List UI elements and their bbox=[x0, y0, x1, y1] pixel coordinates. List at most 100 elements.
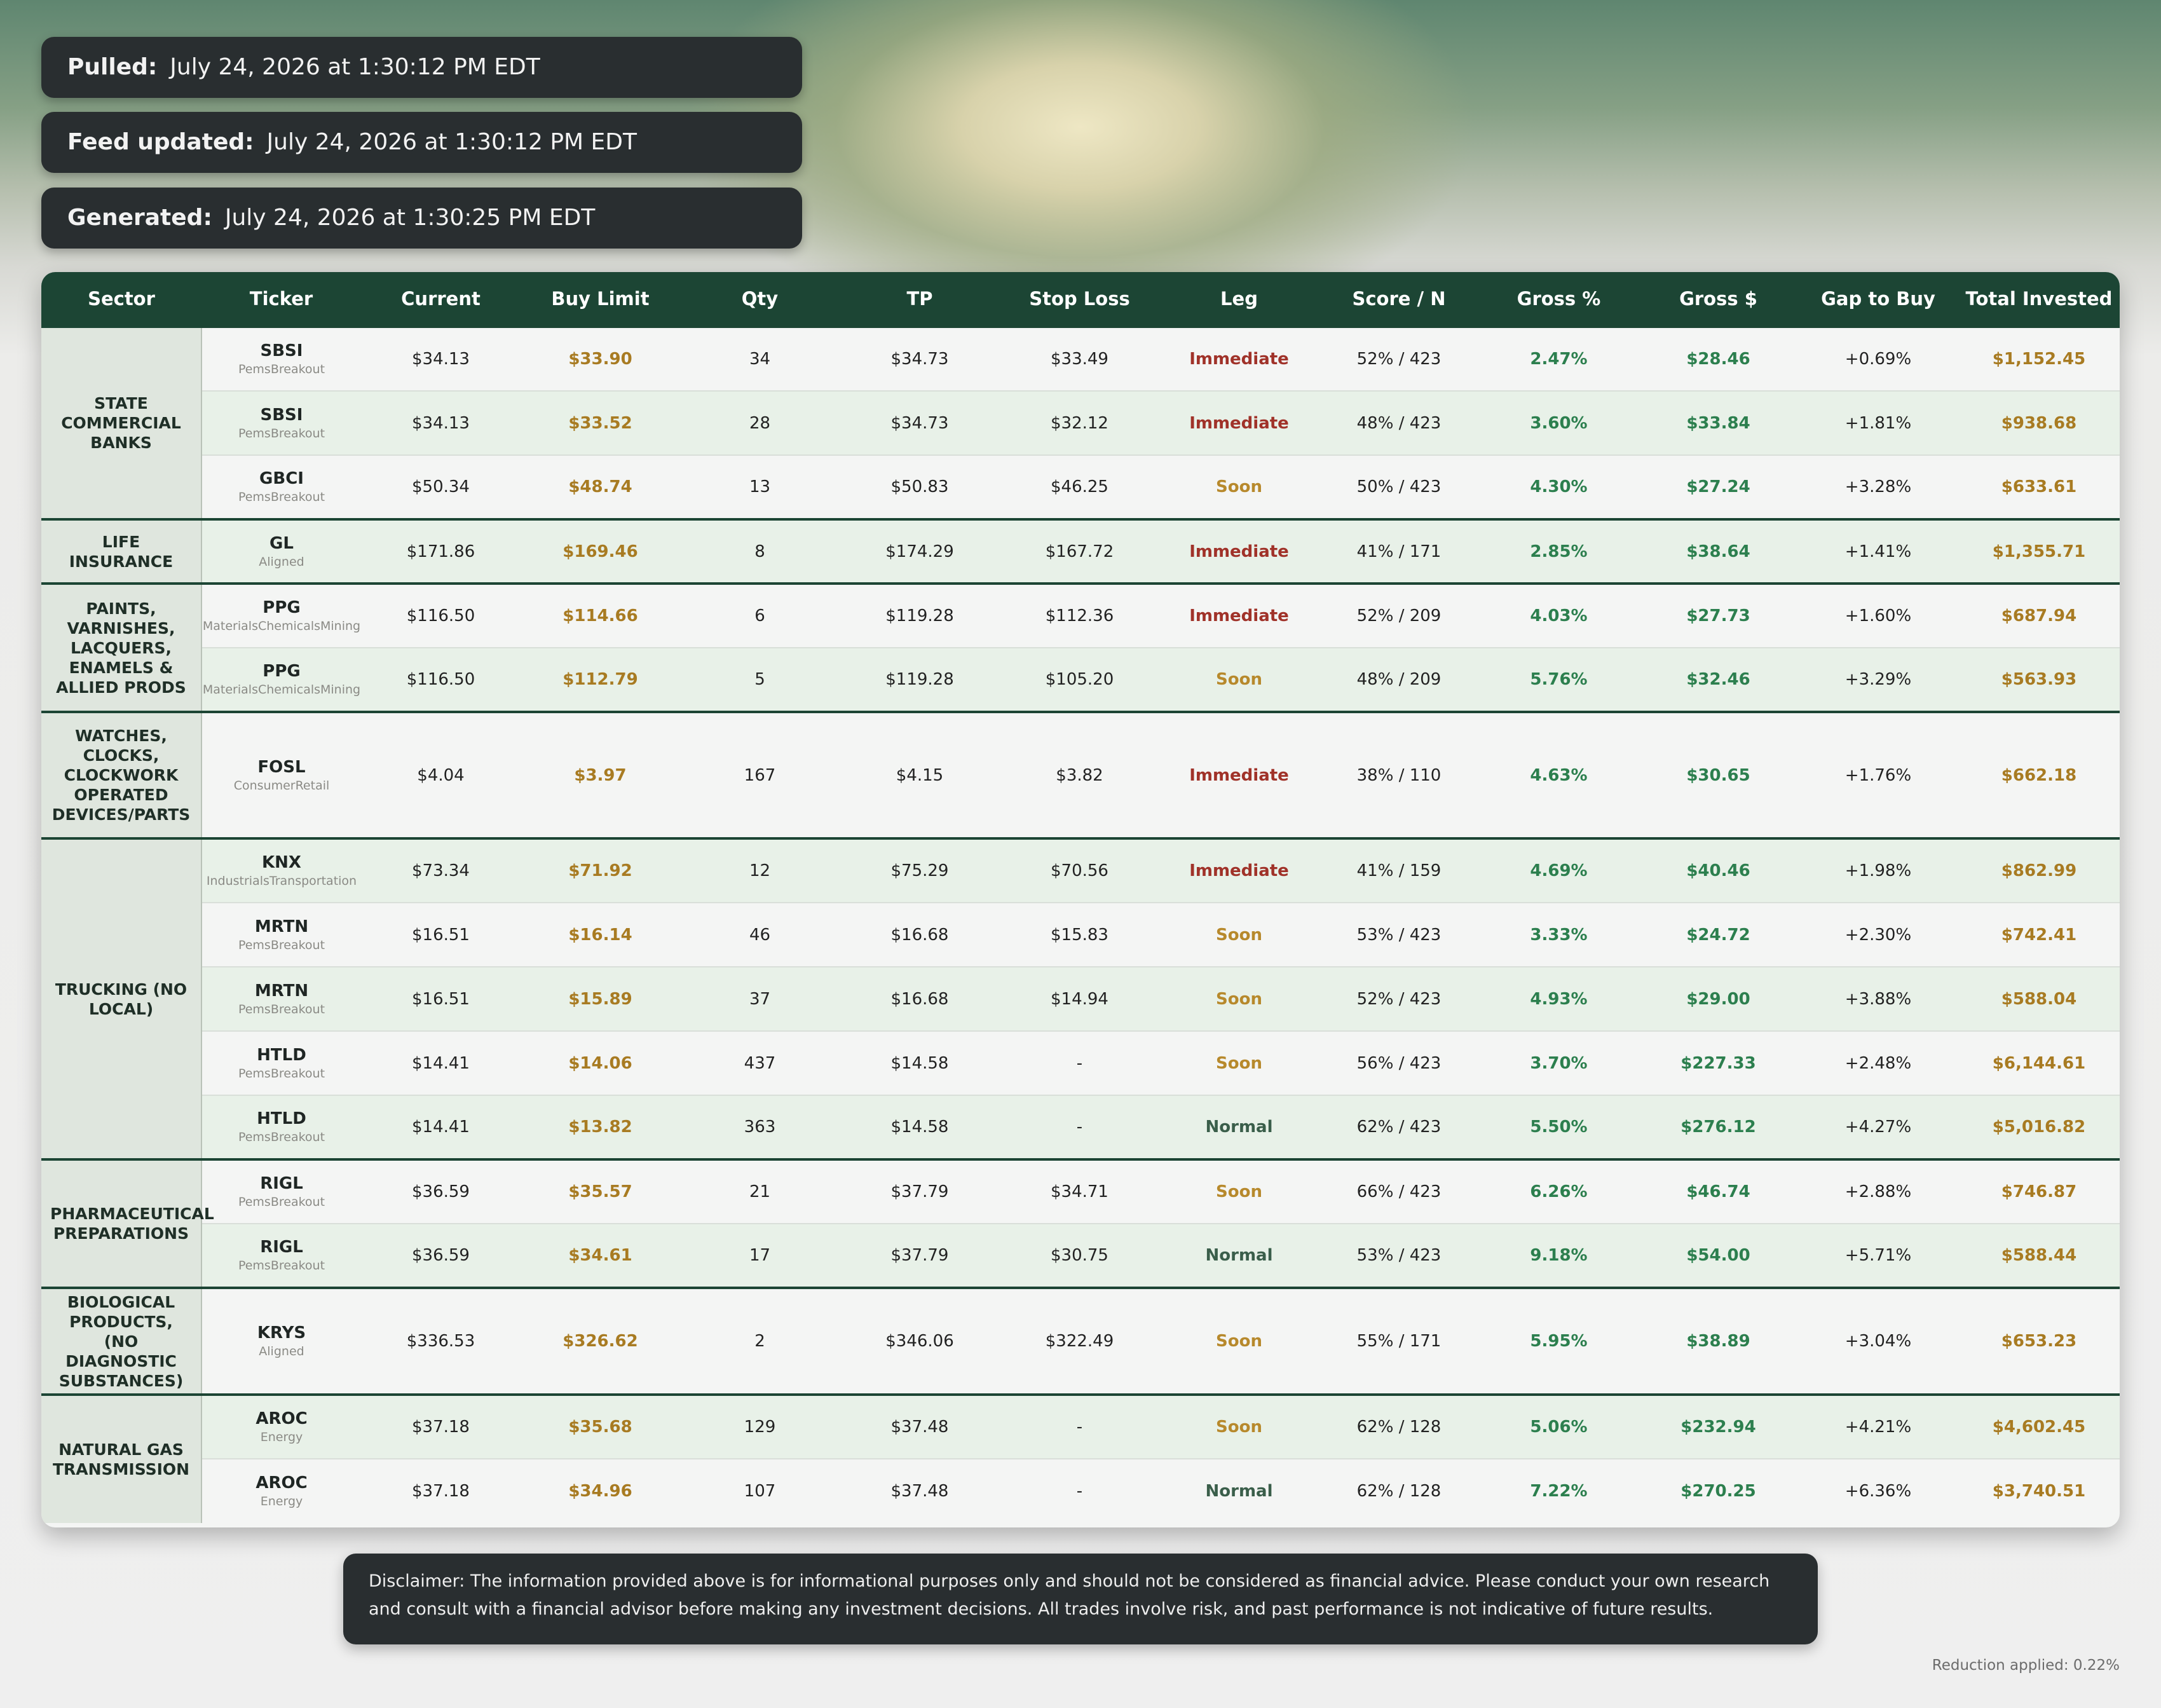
sector-cell: PHARMACEUTICAL PREPARATIONS bbox=[41, 1158, 214, 1288]
gross-dollars: $32.46 bbox=[1639, 647, 1798, 712]
col-header-total-invested[interactable]: Total Invested bbox=[1958, 272, 2120, 327]
take-profit: $119.28 bbox=[840, 582, 1000, 648]
gross-percent: 4.69% bbox=[1479, 837, 1639, 903]
ticker-symbol: KNX bbox=[262, 853, 301, 872]
table-header-row: Sector Ticker Current Buy Limit Qty TP S… bbox=[41, 272, 2120, 327]
pulled-timestamp: Pulled: July 24, 2026 at 1:30:12 PM EDT bbox=[41, 37, 802, 98]
ticker-cell[interactable]: PPG MaterialsChemicalsMining bbox=[201, 647, 361, 712]
col-header-sector[interactable]: Sector bbox=[41, 272, 201, 327]
buy-limit: $13.82 bbox=[521, 1095, 680, 1159]
gross-percent: 4.63% bbox=[1479, 711, 1639, 838]
leg-status: Immediate bbox=[1159, 837, 1319, 903]
ticker-cell[interactable]: GL Aligned bbox=[201, 518, 361, 584]
buy-limit: $34.61 bbox=[521, 1223, 680, 1288]
table-row[interactable]: PPG MaterialsChemicalsMining $116.50 $112.7… bbox=[41, 647, 2120, 712]
ticker-cell[interactable]: MRTN PemsBreakout bbox=[201, 902, 361, 967]
table-row[interactable]: NATURAL GAS TRANSMISSION AROC Energy $37.18… bbox=[41, 1393, 2120, 1523]
table-row[interactable]: BIOLOGICAL PRODUCTS, (NO DIAGNOSTIC SUBS… bbox=[41, 1287, 2120, 1395]
leg-status: Soon bbox=[1159, 1393, 1319, 1459]
table-row[interactable]: GBCI PemsBreakout $50.34 $48.74 13 $50.83 $46.… bbox=[41, 454, 2120, 519]
table-row[interactable]: RIGL PemsBreakout $36.59 $34.61 17 $37.79 $30.… bbox=[41, 1223, 2120, 1288]
current-price: $37.18 bbox=[361, 1393, 521, 1459]
table-row[interactable]: STATE COMMERCIAL BANKS SBSI PemsBreakout $3… bbox=[41, 325, 2120, 519]
gross-dollars: $46.74 bbox=[1639, 1158, 1798, 1224]
quantity: 34 bbox=[680, 325, 840, 391]
gross-percent: 3.70% bbox=[1479, 1030, 1639, 1095]
col-header-ticker[interactable]: Ticker bbox=[201, 272, 361, 327]
current-price: $4.04 bbox=[361, 711, 521, 838]
stop-loss: $33.49 bbox=[1000, 325, 1159, 391]
col-header-gross-usd[interactable]: Gross $ bbox=[1639, 272, 1798, 327]
col-header-tp[interactable]: TP bbox=[840, 272, 1000, 327]
total-invested: $563.93 bbox=[1958, 647, 2120, 712]
quantity: 17 bbox=[680, 1223, 840, 1288]
gross-dollars: $227.33 bbox=[1639, 1030, 1798, 1095]
col-header-leg[interactable]: Leg bbox=[1159, 272, 1319, 327]
ticker-cell[interactable]: PPG MaterialsChemicalsMining bbox=[201, 582, 361, 648]
table-row[interactable]: AROC Energy $37.18 $34.96 107 $37.48- Normal 62… bbox=[41, 1458, 2120, 1523]
col-header-qty[interactable]: Qty bbox=[680, 272, 840, 327]
ticker-symbol: PPG bbox=[262, 598, 301, 617]
table-row[interactable]: PHARMACEUTICAL PREPARATIONS RIGL PemsBreak… bbox=[41, 1158, 2120, 1288]
gross-percent: 5.95% bbox=[1479, 1287, 1639, 1395]
quantity: 13 bbox=[680, 454, 840, 519]
gross-dollars: $40.46 bbox=[1639, 837, 1798, 903]
ticker-cell[interactable]: FOSL ConsumerRetail bbox=[201, 711, 361, 838]
generated-value: July 24, 2026 at 1:30:25 PM EDT bbox=[224, 205, 596, 231]
ticker-cell[interactable]: AROC Energy bbox=[201, 1393, 361, 1459]
ticker-cell[interactable]: KRYS Aligned bbox=[201, 1287, 361, 1395]
table-row[interactable]: SBSI PemsBreakout $34.13 $33.52 28 $34.73 $32.… bbox=[41, 390, 2120, 455]
col-header-buy-limit[interactable]: Buy Limit bbox=[521, 272, 680, 327]
col-header-current[interactable]: Current bbox=[361, 272, 521, 327]
ticker-cell[interactable]: GBCI PemsBreakout bbox=[201, 454, 361, 519]
sector-cell: BIOLOGICAL PRODUCTS, (NO DIAGNOSTIC SUBS… bbox=[41, 1287, 202, 1395]
table-row[interactable]: WATCHES, CLOCKS, CLOCKWORK OPERATED DEVI… bbox=[41, 711, 2120, 838]
col-header-stop-loss[interactable]: Stop Loss bbox=[1000, 272, 1159, 327]
score: 62% / 423 bbox=[1319, 1095, 1479, 1159]
col-header-score[interactable]: Score / N bbox=[1319, 272, 1479, 327]
ticker-source: IndustrialsTransportation bbox=[206, 874, 357, 888]
table-row[interactable]: LIFE INSURANCE GL Aligned $171.86 $169.46 8 $1… bbox=[41, 518, 2120, 584]
table-row[interactable]: HTLD PemsBreakout $14.41 $14.06 437 $14.58- So… bbox=[41, 1030, 2120, 1095]
ticker-cell[interactable]: KNX IndustrialsTransportation bbox=[201, 837, 361, 903]
gap-to-buy: +3.28% bbox=[1798, 454, 1958, 519]
table-row[interactable]: MRTN PemsBreakout $16.51 $16.14 46 $16.68 $15.… bbox=[41, 902, 2120, 967]
take-profit: $16.68 bbox=[840, 966, 1000, 1031]
ticker-cell[interactable]: SBSI PemsBreakout bbox=[201, 390, 361, 455]
current-price: $36.59 bbox=[361, 1223, 521, 1288]
current-price: $37.18 bbox=[361, 1458, 521, 1523]
col-header-gap-to-buy[interactable]: Gap to Buy bbox=[1798, 272, 1958, 327]
gross-dollars: $27.24 bbox=[1639, 454, 1798, 519]
ticker-cell[interactable]: RIGL PemsBreakout bbox=[201, 1158, 361, 1224]
ticker-cell[interactable]: MRTN PemsBreakout bbox=[201, 966, 361, 1031]
ticker-cell[interactable]: RIGL PemsBreakout bbox=[201, 1223, 361, 1288]
score: 66% / 423 bbox=[1319, 1158, 1479, 1224]
table-row[interactable]: MRTN PemsBreakout $16.51 $15.89 37 $16.68 $14.… bbox=[41, 966, 2120, 1031]
table-row[interactable]: TRUCKING (NO LOCAL) KNX IndustrialsTranspo… bbox=[41, 837, 2120, 1159]
ticker-cell[interactable]: AROC Energy bbox=[201, 1458, 361, 1523]
gap-to-buy: +1.81% bbox=[1798, 390, 1958, 455]
buy-limit: $35.68 bbox=[521, 1393, 680, 1459]
col-header-gross-pct[interactable]: Gross % bbox=[1479, 272, 1639, 327]
current-price: $50.34 bbox=[361, 454, 521, 519]
ticker-source: Energy bbox=[260, 1494, 303, 1508]
table-row[interactable]: HTLD PemsBreakout $14.41 $13.82 363 $14.58- No… bbox=[41, 1095, 2120, 1159]
ticker-cell[interactable]: HTLD PemsBreakout bbox=[201, 1030, 361, 1095]
take-profit: $119.28 bbox=[840, 647, 1000, 712]
take-profit: $14.58 bbox=[840, 1095, 1000, 1159]
ticker-cell[interactable]: HTLD PemsBreakout bbox=[201, 1095, 361, 1159]
gap-to-buy: +2.48% bbox=[1798, 1030, 1958, 1095]
ticker-cell[interactable]: SBSI PemsBreakout bbox=[201, 325, 361, 391]
quantity: 2 bbox=[680, 1287, 840, 1395]
total-invested: $653.23 bbox=[1958, 1287, 2120, 1395]
buy-limit: $35.57 bbox=[521, 1158, 680, 1224]
ticker-source: PemsBreakout bbox=[238, 1002, 325, 1016]
gross-percent: 2.47% bbox=[1479, 325, 1639, 391]
table-row[interactable]: PAINTS, VARNISHES, LACQUERS, ENAMELS & A… bbox=[41, 582, 2120, 712]
total-invested: $746.87 bbox=[1958, 1158, 2120, 1224]
gross-dollars: $54.00 bbox=[1639, 1223, 1798, 1288]
ticker-symbol: RIGL bbox=[260, 1238, 303, 1257]
gap-to-buy: +2.88% bbox=[1798, 1158, 1958, 1224]
score: 53% / 423 bbox=[1319, 902, 1479, 967]
stop-loss: - bbox=[1000, 1095, 1159, 1159]
